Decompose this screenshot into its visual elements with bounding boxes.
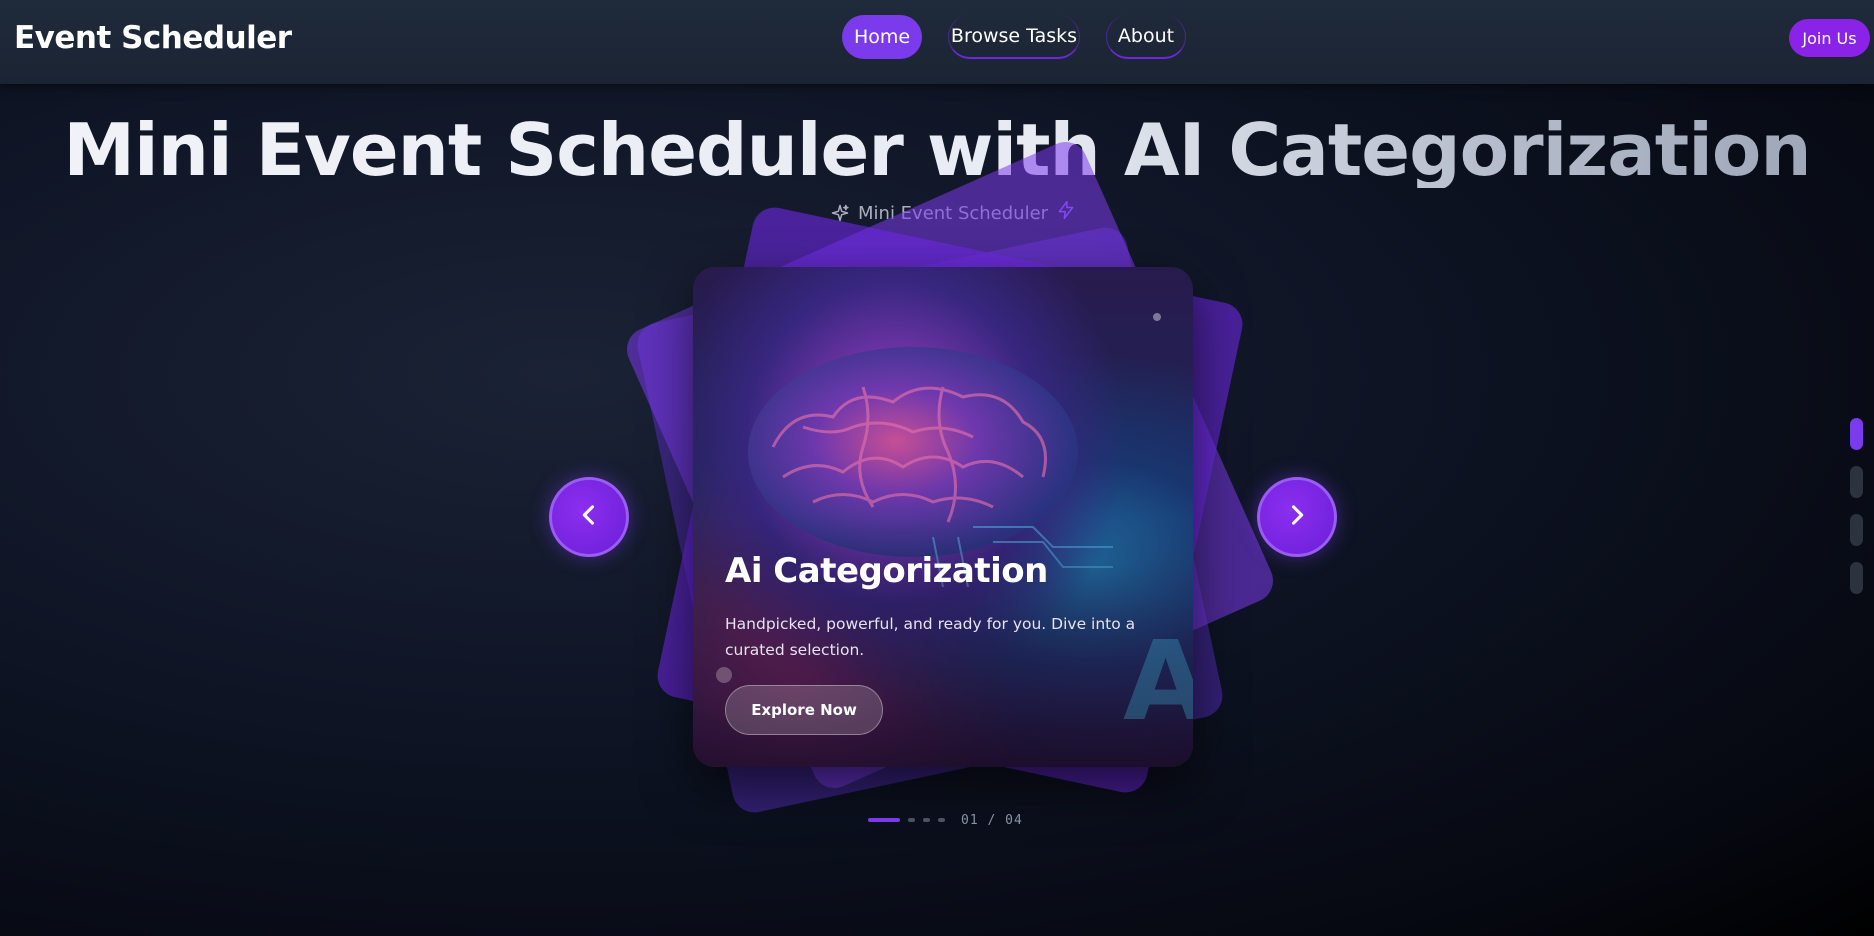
explore-now-button[interactable]: Explore Now xyxy=(725,685,883,735)
page-title: Mini Event Scheduler with AI Categorizat… xyxy=(0,108,1874,188)
pagination-dot-active[interactable] xyxy=(868,818,900,822)
side-indicator[interactable] xyxy=(1850,466,1863,498)
navbar: Event Scheduler Home Browse Tasks About … xyxy=(0,0,1874,84)
chevron-right-icon xyxy=(1283,501,1311,534)
chevron-left-icon xyxy=(575,501,603,534)
side-indicator[interactable] xyxy=(1850,562,1863,594)
join-us-button[interactable]: Join Us xyxy=(1789,19,1870,57)
card-decoration-dot xyxy=(716,667,732,683)
side-indicator[interactable] xyxy=(1850,514,1863,546)
card-description: Handpicked, powerful, and ready for you.… xyxy=(725,615,1136,659)
pagination-dot[interactable] xyxy=(938,818,945,822)
brand-logo[interactable]: Event Scheduler xyxy=(14,20,292,56)
carousel-pagination: 01 / 04 xyxy=(868,812,1023,828)
nav-about-link[interactable]: About xyxy=(1106,15,1186,59)
side-indicator-active[interactable] xyxy=(1850,418,1863,450)
pagination-dot[interactable] xyxy=(908,818,915,822)
pagination-counter: 01 / 04 xyxy=(961,812,1023,828)
nav-home-link[interactable]: Home xyxy=(842,15,922,59)
nav-browse-tasks-link[interactable]: Browse Tasks xyxy=(948,15,1080,59)
card-title: Ai Categorization xyxy=(725,551,1048,591)
carousel-prev-button[interactable] xyxy=(549,477,629,557)
pagination-dot[interactable] xyxy=(923,818,930,822)
carousel-card[interactable]: A Ai Categorization Handpicked, powerful… xyxy=(693,267,1193,767)
carousel-next-button[interactable] xyxy=(1257,477,1337,557)
card-decoration-dot xyxy=(1153,313,1161,321)
